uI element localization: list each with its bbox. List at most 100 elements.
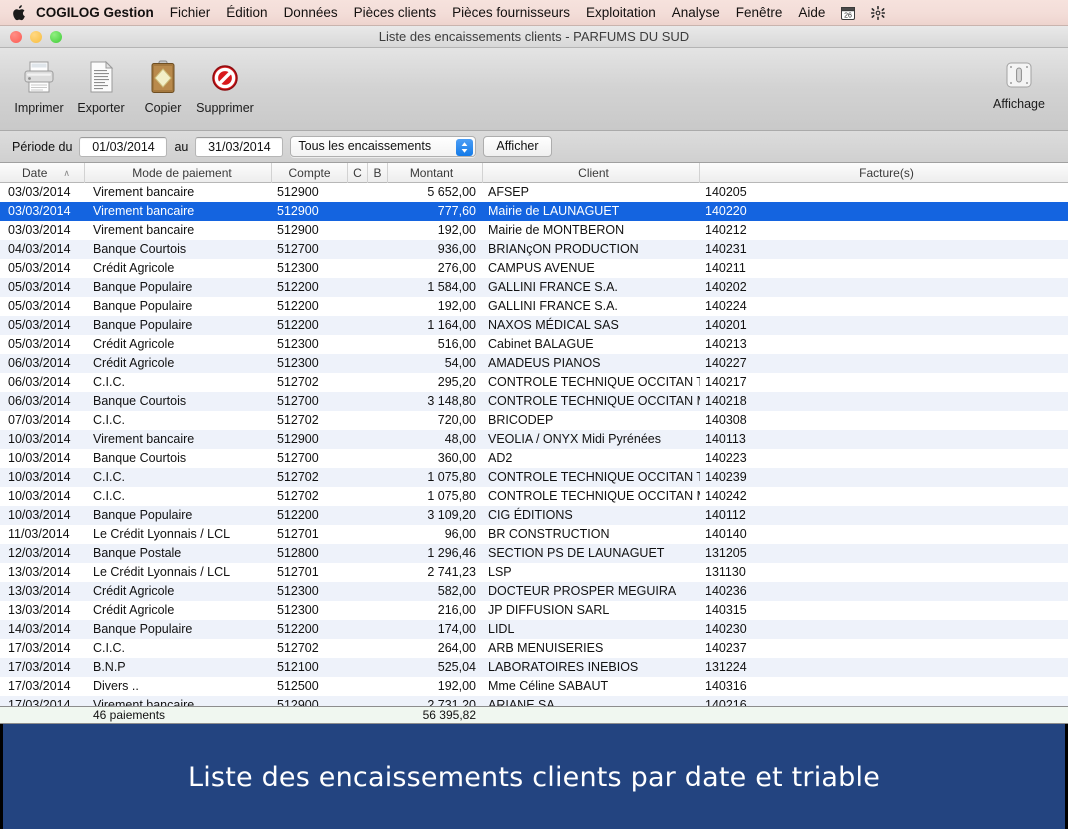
cell-client: ARB MENUISERIES: [488, 641, 604, 655]
table-row[interactable]: 06/03/2014 Banque Courtois 512700 3 148,80 C…: [0, 392, 1068, 411]
table-row[interactable]: 10/03/2014 Banque Populaire 512200 3 109,20…: [0, 506, 1068, 525]
column-header-date-label: Date: [22, 166, 48, 180]
cell-compte: 512300: [277, 337, 319, 351]
menu-item-fichier[interactable]: Fichier: [162, 0, 219, 26]
view-button[interactable]: Affichage: [984, 56, 1054, 111]
period-label: Période du: [12, 139, 73, 154]
menu-item-fenetre[interactable]: Fenêtre: [728, 0, 791, 26]
table-row[interactable]: 17/03/2014 B.N.P 512100 525,04 LABORATOIRES …: [0, 658, 1068, 677]
cell-mode: Crédit Agricole: [93, 584, 175, 598]
menu-item-pieces-fournisseurs[interactable]: Pièces fournisseurs: [444, 0, 578, 26]
table-row[interactable]: 06/03/2014 C.I.C. 512702 295,20 CONTROLE TEC…: [0, 373, 1068, 392]
cell-date: 03/03/2014: [8, 204, 71, 218]
column-header-c[interactable]: C: [348, 163, 368, 183]
table-row[interactable]: 05/03/2014 Crédit Agricole 512300 276,00 CAM…: [0, 259, 1068, 278]
table-row[interactable]: 17/03/2014 Virement bancaire 512900 2 731,2…: [0, 696, 1068, 706]
cell-compte: 512200: [277, 622, 319, 636]
column-header-mode[interactable]: Mode de paiement: [85, 163, 272, 183]
delete-button-label: Supprimer: [196, 101, 254, 115]
cell-mode: C.I.C.: [93, 489, 125, 503]
calendar-icon[interactable]: 26: [833, 6, 863, 20]
table-row[interactable]: 03/03/2014 Virement bancaire 512900 192,00 M…: [0, 221, 1068, 240]
cell-compte: 512500: [277, 679, 319, 693]
cell-c: [348, 411, 368, 430]
cell-c: [348, 373, 368, 392]
table-row[interactable]: 10/03/2014 C.I.C. 512702 1 075,80 CONTROLE T…: [0, 487, 1068, 506]
cell-b: [368, 639, 388, 658]
table-row[interactable]: 06/03/2014 Crédit Agricole 512300 54,00 AMAD…: [0, 354, 1068, 373]
table-row[interactable]: 10/03/2014 Virement bancaire 512900 48,00 VE…: [0, 430, 1068, 449]
gear-icon[interactable]: [863, 5, 893, 20]
table-row[interactable]: 05/03/2014 Crédit Agricole 512300 516,00 Cab…: [0, 335, 1068, 354]
menu-app-name[interactable]: COGILOG Gestion: [28, 0, 162, 26]
table-row[interactable]: 03/03/2014 Virement bancaire 512900 5 652,0…: [0, 183, 1068, 202]
table-row[interactable]: 05/03/2014 Banque Populaire 512200 192,00 GA…: [0, 297, 1068, 316]
apple-logo-icon[interactable]: [10, 3, 26, 22]
filter-bar: Période du au Tous les encaissements Aff…: [0, 131, 1068, 163]
menu-item-donnees[interactable]: Données: [276, 0, 346, 26]
cell-client: Mairie de LAUNAGUET: [488, 204, 620, 218]
cell-client: LSP: [488, 565, 512, 579]
cell-client: GALLINI FRANCE S.A.: [488, 299, 618, 313]
table-row[interactable]: 07/03/2014 C.I.C. 512702 720,00 BRICODEP 1403…: [0, 411, 1068, 430]
column-header-client[interactable]: Client: [483, 163, 700, 183]
print-button[interactable]: Imprimer: [8, 54, 70, 115]
menu-item-edition[interactable]: Édition: [218, 0, 275, 26]
cell-c: [348, 278, 368, 297]
cell-montant: 516,00: [437, 337, 476, 351]
table-row[interactable]: 13/03/2014 Crédit Agricole 512300 582,00 DOC…: [0, 582, 1068, 601]
menu-item-exploitation[interactable]: Exploitation: [578, 0, 664, 26]
copy-button[interactable]: Copier: [132, 54, 194, 115]
column-header-montant[interactable]: Montant: [388, 163, 483, 183]
table-row[interactable]: 14/03/2014 Banque Populaire 512200 174,00 LI…: [0, 620, 1068, 639]
column-header-facture[interactable]: Facture(s): [700, 163, 1068, 183]
table-row[interactable]: 03/03/2014 Virement bancaire 512900 777,60 M…: [0, 202, 1068, 221]
table-row[interactable]: 05/03/2014 Banque Populaire 512200 1 584,00…: [0, 278, 1068, 297]
cell-compte: 512100: [277, 660, 319, 674]
table-row[interactable]: 10/03/2014 C.I.C. 512702 1 075,80 CONTROLE T…: [0, 468, 1068, 487]
cell-montant: 5 652,00: [427, 185, 476, 199]
cell-client: ARIANE SA: [488, 698, 555, 706]
cell-facture: 140242: [705, 489, 747, 503]
column-header-compte[interactable]: Compte: [272, 163, 348, 183]
table-header: Date ∧ Mode de paiement Compte C B Monta…: [0, 163, 1068, 183]
export-button[interactable]: Exporter: [70, 54, 132, 115]
cell-montant: 1 164,00: [427, 318, 476, 332]
zoom-button[interactable]: [50, 30, 62, 43]
cell-c: [348, 468, 368, 487]
table-row[interactable]: 12/03/2014 Banque Postale 512800 1 296,46 SE…: [0, 544, 1068, 563]
cell-mode: C.I.C.: [93, 413, 125, 427]
afficher-button[interactable]: Afficher: [483, 136, 552, 157]
table-row[interactable]: 10/03/2014 Banque Courtois 512700 360,00 AD2…: [0, 449, 1068, 468]
column-header-b[interactable]: B: [368, 163, 388, 183]
cell-client: AMADEUS PIANOS: [488, 356, 601, 370]
cell-compte: 512800: [277, 546, 319, 560]
footer-spacer-facture: [700, 706, 1068, 724]
table-row[interactable]: 04/03/2014 Banque Courtois 512700 936,00 BRI…: [0, 240, 1068, 259]
table-row[interactable]: 17/03/2014 Divers .. 512500 192,00 Mme Célin…: [0, 677, 1068, 696]
minimize-button[interactable]: [30, 30, 42, 43]
close-button[interactable]: [10, 30, 22, 43]
cell-date: 07/03/2014: [8, 413, 71, 427]
column-header-date[interactable]: Date ∧: [0, 163, 85, 183]
cell-date: 06/03/2014: [8, 375, 71, 389]
table-body[interactable]: 03/03/2014 Virement bancaire 512900 5 652,0…: [0, 183, 1068, 706]
delete-button[interactable]: Supprimer: [194, 54, 256, 115]
date-from-input[interactable]: [79, 136, 168, 157]
cell-b: [368, 392, 388, 411]
table-row[interactable]: 05/03/2014 Banque Populaire 512200 1 164,00…: [0, 316, 1068, 335]
cell-date: 10/03/2014: [8, 489, 71, 503]
table-row[interactable]: 13/03/2014 Le Crédit Lyonnais / LCL 512701…: [0, 563, 1068, 582]
encaissement-filter-select[interactable]: Tous les encaissements: [290, 136, 477, 157]
cell-montant: 1 296,46: [427, 546, 476, 560]
cell-b: [368, 316, 388, 335]
table-row[interactable]: 17/03/2014 C.I.C. 512702 264,00 ARB MENUISER…: [0, 639, 1068, 658]
date-to-input[interactable]: [195, 136, 284, 157]
table-row[interactable]: 11/03/2014 Le Crédit Lyonnais / LCL 512701…: [0, 525, 1068, 544]
menu-item-pieces-clients[interactable]: Pièces clients: [346, 0, 445, 26]
cell-facture: 140224: [705, 299, 747, 313]
menu-item-analyse[interactable]: Analyse: [664, 0, 728, 26]
cell-compte: 512300: [277, 584, 319, 598]
menu-item-aide[interactable]: Aide: [790, 0, 833, 26]
table-row[interactable]: 13/03/2014 Crédit Agricole 512300 216,00 JP …: [0, 601, 1068, 620]
